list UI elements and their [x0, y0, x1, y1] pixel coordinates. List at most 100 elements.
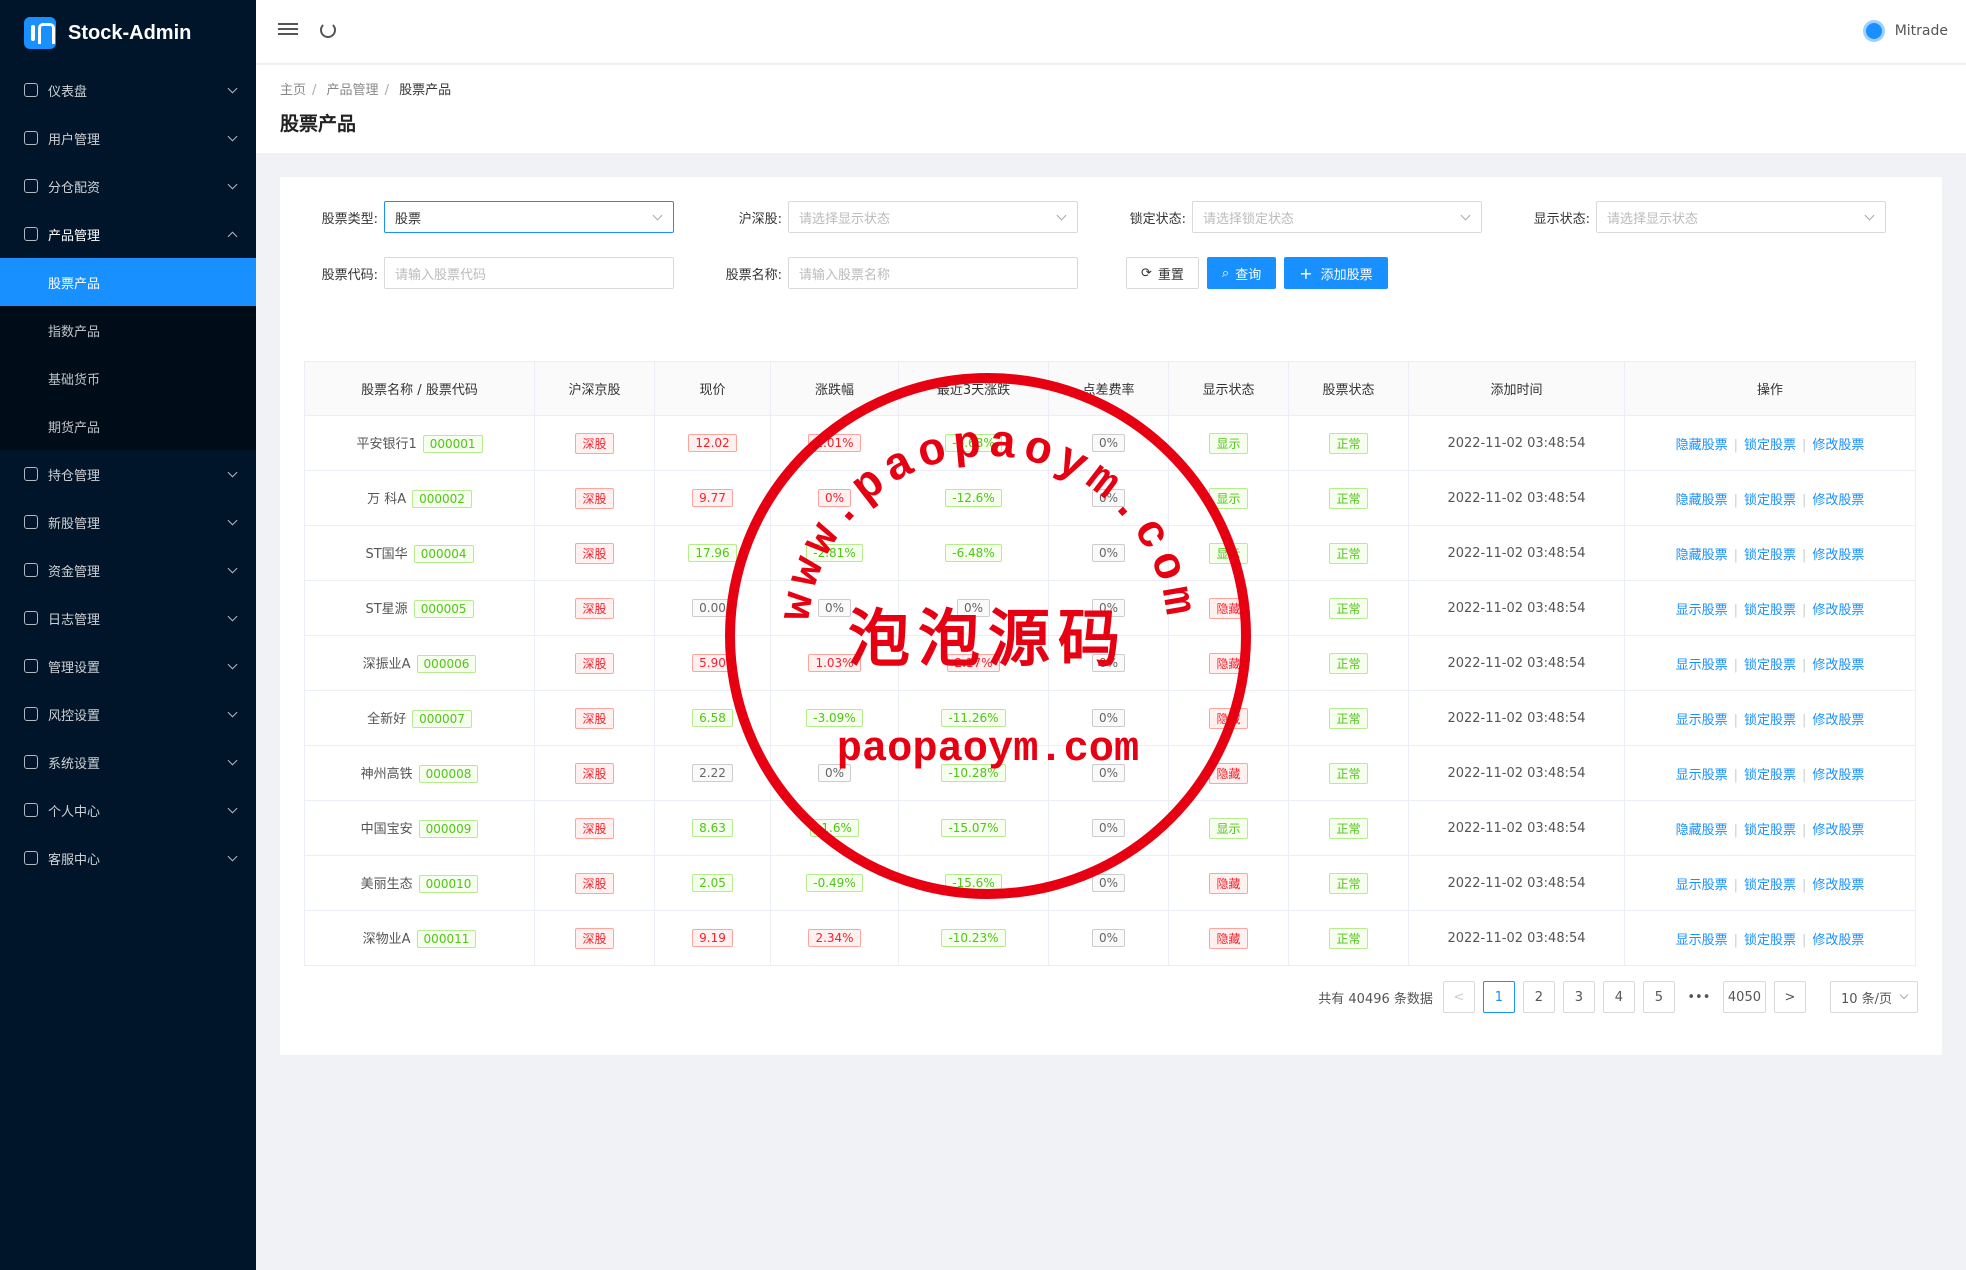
sidebar-item-9[interactable]: 风控设置 [0, 690, 256, 738]
change-cell: 2.34% [770, 910, 899, 966]
sidebar-item-label: 客服中心 [48, 852, 101, 868]
sidebar-item-5[interactable]: 新股管理 [0, 498, 256, 546]
price-tag: 2.05 [692, 874, 733, 892]
table-body: 平安银行1 000001 深股 12.02 1.01% -6.68% 0% 显示 正常 2022-… [304, 415, 1916, 966]
breadcrumb-product[interactable]: 产品管理 [327, 83, 379, 98]
toggle-visibility-link[interactable]: 显示股票 [1676, 768, 1728, 783]
lock-status-select[interactable]: 请选择锁定状态 [1192, 201, 1482, 233]
sidebar-item-4[interactable]: 持仓管理 [0, 450, 256, 498]
stock-name-cell: ST国华 000004 [304, 525, 535, 581]
lock-stock-link[interactable]: 锁定股票 [1744, 768, 1796, 783]
sidebar-item-0[interactable]: 仪表盘 [0, 66, 256, 114]
sidebar-item-3[interactable]: 产品管理 [0, 210, 256, 258]
market-tag: 深股 [575, 927, 614, 949]
sh-sz-select[interactable]: 请选择显示状态 [788, 201, 1078, 233]
page-button[interactable]: 5 [1642, 981, 1675, 1013]
chevron-down-icon [1864, 210, 1875, 221]
display-cell: 显示 [1168, 415, 1289, 471]
submenu-item[interactable]: 期货产品 [0, 402, 256, 450]
toggle-visibility-link[interactable]: 隐藏股票 [1676, 548, 1728, 563]
submenu-item[interactable]: 股票产品 [0, 258, 256, 306]
lock-stock-link[interactable]: 锁定股票 [1744, 823, 1796, 838]
toggle-visibility-link[interactable]: 显示股票 [1676, 713, 1728, 728]
edit-stock-link[interactable]: 修改股票 [1812, 823, 1864, 838]
main-content: 股票类型: 股票 沪深股: 请选择显示状态 锁定状态: 请选择锁定状态 显示状态… [280, 177, 1942, 1055]
breadcrumb-home[interactable]: 主页 [280, 83, 306, 98]
edit-stock-link[interactable]: 修改股票 [1812, 768, 1864, 783]
display-cell: 显示 [1168, 525, 1289, 581]
display-status-tag: 隐藏 [1209, 762, 1248, 784]
page-button[interactable]: 2 [1522, 981, 1555, 1013]
table-header-row: 股票名称 / 股票代码 沪深京股 现价 涨跌幅 最近3天涨跌 点差费率 显示状态 股票状态 添加… [304, 361, 1916, 416]
toggle-visibility-link[interactable]: 隐藏股票 [1676, 438, 1728, 453]
add-stock-button[interactable]: + 添加股票 [1284, 257, 1388, 289]
display-status-select[interactable]: 请选择显示状态 [1596, 201, 1886, 233]
reset-button[interactable]: ⟳ 重置 [1126, 257, 1199, 289]
prev-page-button[interactable]: < [1442, 981, 1475, 1013]
sidebar-item-8[interactable]: 管理设置 [0, 642, 256, 690]
edit-stock-link[interactable]: 修改股票 [1812, 548, 1864, 563]
chevron-icon [227, 131, 238, 142]
stock-name-input[interactable]: 请输入股票名称 [788, 257, 1078, 289]
toggle-visibility-link[interactable]: 显示股票 [1676, 878, 1728, 893]
page-button[interactable]: 3 [1562, 981, 1595, 1013]
three-day-cell: -15.6% [898, 855, 1049, 911]
page-size-select[interactable]: 10 条/页 [1830, 981, 1918, 1013]
sidebar-item-6[interactable]: 资金管理 [0, 546, 256, 594]
lock-stock-link[interactable]: 锁定股票 [1744, 603, 1796, 618]
edit-stock-link[interactable]: 修改股票 [1812, 603, 1864, 618]
toggle-visibility-link[interactable]: 显示股票 [1676, 603, 1728, 618]
toggle-visibility-link[interactable]: 显示股票 [1676, 658, 1728, 673]
next-page-button[interactable]: > [1774, 981, 1806, 1013]
sidebar-item-7[interactable]: 日志管理 [0, 594, 256, 642]
edit-stock-link[interactable]: 修改股票 [1812, 713, 1864, 728]
submenu-item[interactable]: 指数产品 [0, 306, 256, 354]
market-cell: 深股 [534, 800, 655, 856]
edit-stock-link[interactable]: 修改股票 [1812, 878, 1864, 893]
price-tag: 9.19 [692, 929, 733, 947]
display-cell: 隐藏 [1168, 580, 1289, 636]
sidebar-item-2[interactable]: 分仓配资 [0, 162, 256, 210]
status-cell: 正常 [1288, 745, 1409, 801]
actions-cell: 显示股票 | 锁定股票 | 修改股票 [1624, 580, 1916, 636]
submenu-item[interactable]: 基础货币 [0, 354, 256, 402]
edit-stock-link[interactable]: 修改股票 [1812, 933, 1864, 948]
page-button[interactable]: 1 [1482, 981, 1515, 1013]
page-button[interactable]: 4050 [1722, 981, 1766, 1013]
logo[interactable]: Stock-Admin [0, 0, 256, 66]
lock-stock-link[interactable]: 锁定股票 [1744, 548, 1796, 563]
edit-stock-link[interactable]: 修改股票 [1812, 438, 1864, 453]
menu-fold-icon[interactable] [278, 20, 298, 40]
toggle-visibility-link[interactable]: 显示股票 [1676, 933, 1728, 948]
page-button[interactable]: ••• [1682, 981, 1715, 1013]
lock-stock-link[interactable]: 锁定股票 [1744, 493, 1796, 508]
edit-stock-link[interactable]: 修改股票 [1812, 658, 1864, 673]
display-status-tag: 显示 [1209, 817, 1248, 839]
sidebar-item-10[interactable]: 系统设置 [0, 738, 256, 786]
lock-stock-link[interactable]: 锁定股票 [1744, 878, 1796, 893]
page-button[interactable]: 4 [1602, 981, 1635, 1013]
toggle-visibility-link[interactable]: 隐藏股票 [1676, 823, 1728, 838]
actions-cell: 隐藏股票 | 锁定股票 | 修改股票 [1624, 800, 1916, 856]
stock-code-input[interactable]: 请输入股票代码 [384, 257, 674, 289]
refresh-icon[interactable] [320, 22, 336, 38]
lock-stock-link[interactable]: 锁定股票 [1744, 658, 1796, 673]
divider: | [1802, 492, 1807, 508]
toggle-visibility-link[interactable]: 隐藏股票 [1676, 493, 1728, 508]
edit-stock-link[interactable]: 修改股票 [1812, 493, 1864, 508]
stock-type-select[interactable]: 股票 [384, 201, 674, 233]
search-button[interactable]: ⌕ 查询 [1206, 257, 1277, 289]
display-status-tag: 隐藏 [1209, 927, 1248, 949]
column-header: 股票状态 [1288, 361, 1409, 416]
divider: | [1733, 547, 1738, 563]
lock-stock-link[interactable]: 锁定股票 [1744, 713, 1796, 728]
chevron-icon [227, 179, 238, 190]
search-icon: ⌕ [1221, 265, 1230, 281]
lock-stock-link[interactable]: 锁定股票 [1744, 933, 1796, 948]
user-menu[interactable]: Mitrade [1862, 20, 1948, 42]
sidebar-item-12[interactable]: 客服中心 [0, 834, 256, 882]
sidebar-item-11[interactable]: 个人中心 [0, 786, 256, 834]
lock-stock-link[interactable]: 锁定股票 [1744, 438, 1796, 453]
sidebar-item-1[interactable]: 用户管理 [0, 114, 256, 162]
price-cell: 9.77 [654, 470, 771, 526]
